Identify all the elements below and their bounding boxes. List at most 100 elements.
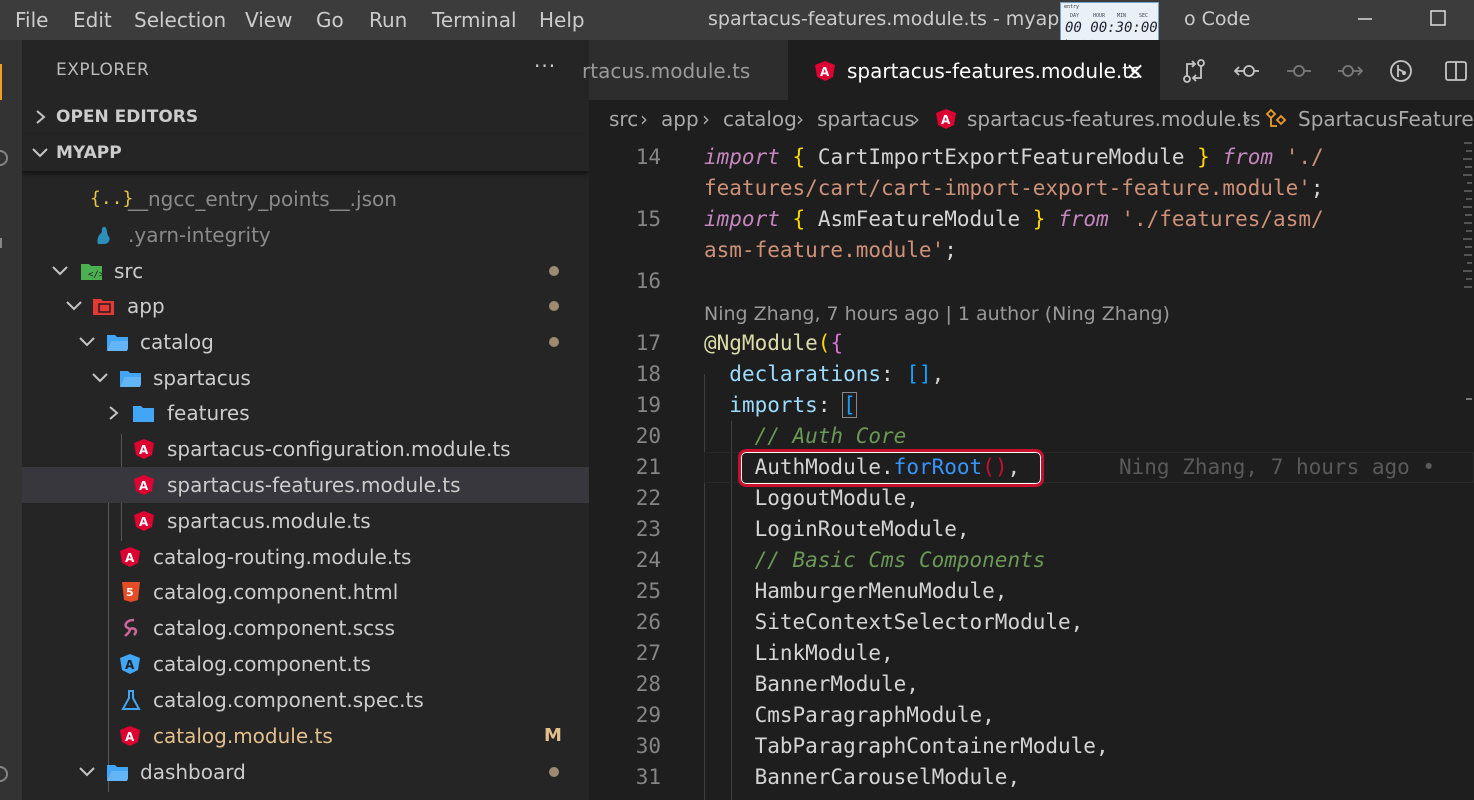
chevron-right-icon: › <box>1243 107 1251 131</box>
go-forward-change-icon[interactable] <box>1337 60 1363 82</box>
minimap-line <box>1466 150 1472 152</box>
explorer-sidebar: EXPLORER ··· OPEN EDITORS MYAPP {..} __n… <box>22 40 589 800</box>
menu-run[interactable]: Run <box>369 0 407 40</box>
code-line: imports: [ <box>729 392 857 418</box>
commit-dot-icon[interactable] <box>1286 60 1312 82</box>
menu-go[interactable]: Go <box>316 0 344 40</box>
svg-text:A: A <box>941 113 951 127</box>
chevron-down-icon <box>52 266 68 276</box>
line-number: 28 <box>635 672 661 696</box>
tree-item-features[interactable]: features <box>22 395 589 431</box>
tree-item-label: catalog.component.spec.ts <box>153 688 424 712</box>
yarn-icon <box>97 226 110 244</box>
json-icon: {..} <box>90 188 134 209</box>
line-number: 19 <box>635 393 661 417</box>
compare-changes-icon[interactable] <box>1182 58 1206 84</box>
tree-item-spartacus-features[interactable]: A spartacus-features.module.ts <box>22 467 589 503</box>
menu-edit[interactable]: Edit <box>73 0 112 40</box>
minimap-line <box>1464 222 1472 224</box>
breadcrumb-file[interactable]: spartacus-features.module.ts <box>967 100 1261 138</box>
angular-icon: A <box>134 511 154 531</box>
menu-terminal[interactable]: Terminal <box>432 0 517 40</box>
timer-label-day: DAY <box>1070 13 1080 19</box>
codelens-authors[interactable]: Ning Zhang, 7 hours ago | 1 author (Ning… <box>704 303 1170 325</box>
tree-item-app[interactable]: app <box>22 288 589 324</box>
tab-spartacus-module[interactable]: rtacus.module.ts <box>582 40 788 100</box>
menu-selection[interactable]: Selection <box>134 0 226 40</box>
active-indicator <box>0 64 2 100</box>
tree-item-yarn-integrity[interactable]: .yarn-integrity <box>22 217 589 253</box>
breadcrumb-catalog[interactable]: catalog <box>723 100 797 138</box>
breadcrumb-src[interactable]: src <box>609 100 638 138</box>
explorer-title: EXPLORER <box>56 60 150 80</box>
sass-icon <box>124 618 138 637</box>
tab-label: spartacus-features.module.ts <box>847 59 1141 83</box>
tree-item-spartacus-module[interactable]: A spartacus.module.ts <box>22 503 589 539</box>
menu-help[interactable]: Help <box>539 0 585 40</box>
minimap-line <box>1465 214 1472 216</box>
breadcrumb-app[interactable]: app <box>661 100 699 138</box>
folder-open-icon <box>107 765 128 781</box>
breadcrumb-spartacus[interactable]: spartacus <box>817 100 915 138</box>
modified-dot <box>549 337 559 347</box>
tree-item-label: src <box>114 259 144 283</box>
minimap-line <box>1467 182 1472 184</box>
tree-item-spartacus-configuration[interactable]: A spartacus-configuration.module.ts <box>22 431 589 467</box>
git-lens-icon[interactable] <box>1389 59 1413 83</box>
tree-item-label: catalog <box>140 330 214 354</box>
search-icon[interactable] <box>0 150 8 166</box>
code-editor[interactable]: 14 15 16 17 18 19 20 21 22 23 24 25 26 2… <box>589 138 1474 800</box>
timer-caption: entry <box>1064 4 1080 10</box>
line-number: 15 <box>635 207 661 231</box>
source-control-icon[interactable] <box>0 238 8 248</box>
minimize-icon[interactable] <box>1355 0 1375 40</box>
tree-item-label: __ngcc_entry_points__.json <box>128 187 397 211</box>
menu-view[interactable]: View <box>245 0 292 40</box>
minimap-line <box>1464 254 1472 256</box>
go-back-change-icon[interactable] <box>1234 60 1260 82</box>
code-line: LoginRouteModule, <box>754 517 970 541</box>
tree-item-label: catalog-routing.module.ts <box>153 545 412 569</box>
code-line: declarations: [], <box>729 362 945 386</box>
minimap-line <box>1463 270 1472 272</box>
tree-item-catalog-routing[interactable]: A catalog-routing.module.ts <box>22 539 589 575</box>
workspace-header[interactable]: MYAPP <box>22 135 589 171</box>
tab-spartacus-features-module[interactable]: A spartacus-features.module.ts × <box>788 40 1160 100</box>
menu-file[interactable]: File <box>15 0 48 40</box>
test-flask-icon <box>121 690 141 710</box>
modified-badge: M <box>544 725 562 746</box>
tree-item-spartacus[interactable]: spartacus <box>22 360 589 396</box>
tree-item-catalog[interactable]: catalog <box>22 324 589 360</box>
tree-item-src[interactable]: </> src <box>22 253 589 289</box>
tree-item-catalog-scss[interactable]: catalog.component.scss <box>22 610 589 646</box>
code-line: // Auth Core <box>754 424 907 448</box>
code-line: HamburgerMenuModule, <box>754 579 1008 603</box>
tree-item-catalog-html[interactable]: 5 catalog.component.html <box>22 574 589 610</box>
minimap-line <box>1464 286 1472 288</box>
more-actions-icon[interactable]: ··· <box>534 54 556 78</box>
symbol-class-icon <box>1265 108 1287 127</box>
maximize-icon[interactable] <box>1428 0 1448 40</box>
line-number: 24 <box>635 548 661 572</box>
line-number: 25 <box>635 579 661 603</box>
accounts-icon[interactable] <box>0 766 8 782</box>
tree-item-label: catalog.module.ts <box>153 724 333 748</box>
close-icon[interactable]: × <box>1125 40 1145 102</box>
timer-label-sec: SEC <box>1139 13 1149 19</box>
tree-item-label: catalog.component.ts <box>153 652 371 676</box>
chevron-down-icon <box>79 767 95 777</box>
tree-item-ngcc-entry-points[interactable]: {..} __ngcc_entry_points__.json <box>22 181 589 217</box>
minimap[interactable] <box>1462 138 1474 800</box>
breadcrumb-symbol[interactable]: SpartacusFeaturesM <box>1298 100 1474 138</box>
tree-item-label: catalog.component.scss <box>153 616 395 640</box>
chevron-down-icon <box>92 373 108 383</box>
chevron-right-icon: › <box>640 107 648 131</box>
split-editor-icon[interactable] <box>1444 59 1468 83</box>
open-editors-header[interactable]: OPEN EDITORS <box>22 99 589 135</box>
minimap-line <box>1464 142 1472 144</box>
tree-item-dashboard[interactable]: dashboard <box>22 754 589 790</box>
line-number: 31 <box>635 765 661 789</box>
tree-item-catalog-component[interactable]: A catalog.component.ts <box>22 646 589 682</box>
tree-item-catalog-spec[interactable]: catalog.component.spec.ts <box>22 682 589 718</box>
tree-item-catalog-module[interactable]: A catalog.module.ts M <box>22 718 589 754</box>
